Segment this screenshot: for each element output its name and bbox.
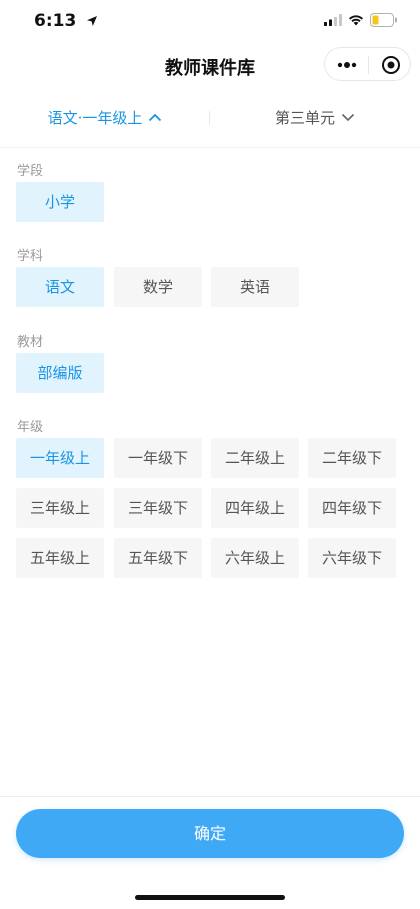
grade-option[interactable]: 五年级上 [16, 538, 104, 578]
subject-grade-label: 语文·一年级上 [47, 109, 143, 127]
confirm-button[interactable]: 确定 [16, 809, 404, 858]
cellular-signal-icon [324, 14, 342, 26]
battery-icon [370, 13, 397, 27]
filter-bar: 语文·一年级上 第三单元 [0, 96, 420, 140]
grade-option[interactable]: 三年级上 [16, 488, 104, 528]
textbook-section-label: 教材 [17, 335, 44, 350]
status-time: 6:13 [34, 11, 77, 31]
textbook-options: 部编版 [16, 353, 406, 393]
grade-option[interactable]: 六年级下 [308, 538, 396, 578]
location-arrow-icon [87, 16, 97, 26]
grade-option[interactable]: 二年级下 [308, 438, 396, 478]
grade-option[interactable]: 四年级下 [308, 488, 396, 528]
grade-option[interactable]: 一年级下 [114, 438, 202, 478]
bottom-divider [0, 796, 420, 797]
subject-option-math[interactable]: 数学 [114, 267, 202, 307]
grade-option[interactable]: 二年级上 [211, 438, 299, 478]
capsule-divider [368, 56, 369, 74]
more-icon[interactable] [337, 62, 357, 68]
chevron-up-icon [149, 113, 162, 121]
home-indicator [135, 895, 285, 900]
grade-option[interactable]: 五年级下 [114, 538, 202, 578]
subject-option-english[interactable]: 英语 [211, 267, 299, 307]
filter-divider [0, 147, 420, 148]
stage-section-label: 学段 [17, 164, 44, 179]
textbook-option-bubian[interactable]: 部编版 [16, 353, 104, 393]
status-bar: 6:13 [0, 0, 420, 44]
subject-options: 语文 数学 英语 [16, 267, 406, 307]
unit-label: 第三单元 [274, 109, 335, 127]
close-target-icon[interactable] [381, 55, 401, 75]
subject-section-label: 学科 [17, 249, 44, 264]
grade-options-row-1: 一年级上 一年级下 二年级上 二年级下 [16, 438, 406, 478]
grade-option[interactable]: 三年级下 [114, 488, 202, 528]
grade-options-row-3: 五年级上 五年级下 六年级上 六年级下 [16, 538, 406, 578]
subject-grade-dropdown[interactable]: 语文·一年级上 [0, 96, 210, 140]
stage-options: 小学 [16, 182, 406, 222]
subject-option-chinese[interactable]: 语文 [16, 267, 104, 307]
grade-option[interactable]: 六年级上 [211, 538, 299, 578]
mini-program-capsule [324, 47, 411, 81]
grade-section-label: 年级 [17, 420, 44, 435]
grade-option[interactable]: 四年级上 [211, 488, 299, 528]
stage-option-primary[interactable]: 小学 [16, 182, 104, 222]
grade-options-row-2: 三年级上 三年级下 四年级上 四年级下 [16, 488, 406, 528]
grade-option[interactable]: 一年级上 [16, 438, 104, 478]
unit-dropdown[interactable]: 第三单元 [210, 96, 420, 140]
chevron-down-icon [341, 113, 355, 121]
wifi-icon [349, 15, 363, 26]
